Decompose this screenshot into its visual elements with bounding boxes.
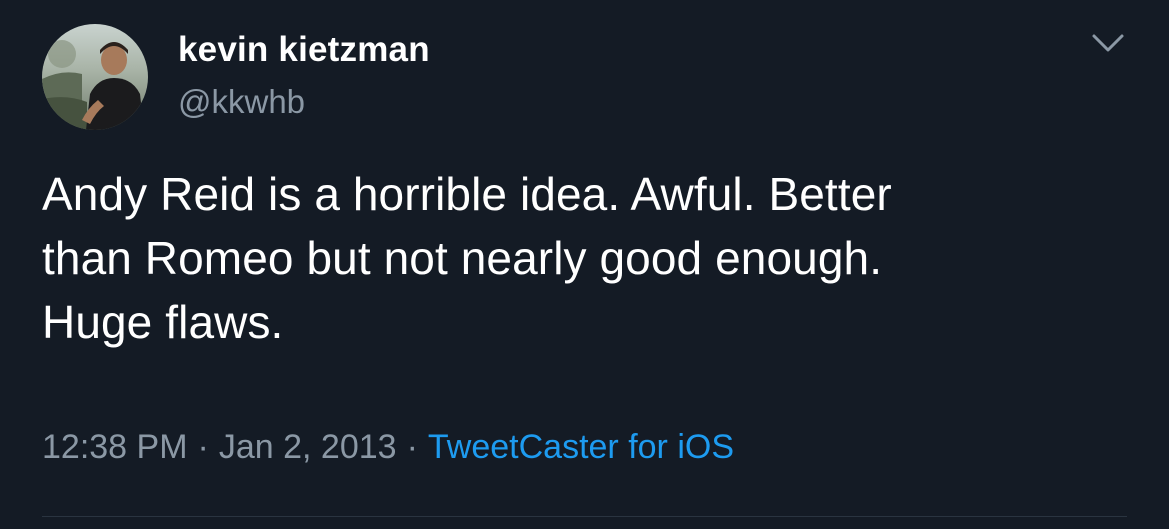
- tweet-date[interactable]: Jan 2, 2013: [219, 428, 397, 466]
- meta-separator: ·: [406, 428, 418, 466]
- divider: [42, 516, 1127, 517]
- meta-separator: ·: [197, 428, 209, 466]
- author-handle[interactable]: @kkwhb: [178, 83, 305, 121]
- tweet-card: kevin kietzman @kkwhb Andy Reid is a hor…: [0, 0, 1169, 529]
- author-name[interactable]: kevin kietzman: [178, 30, 430, 70]
- tweet-text: Andy Reid is a horrible idea. Awful. Bet…: [42, 168, 892, 348]
- chevron-down-icon[interactable]: [1088, 30, 1128, 56]
- avatar-photo-icon: [42, 24, 148, 130]
- tweet-time[interactable]: 12:38 PM: [42, 428, 188, 466]
- avatar[interactable]: [42, 24, 148, 130]
- tweet-source-link[interactable]: TweetCaster for iOS: [428, 428, 734, 466]
- tweet-meta: 12:38 PM · Jan 2, 2013 · TweetCaster for iOS: [42, 428, 734, 467]
